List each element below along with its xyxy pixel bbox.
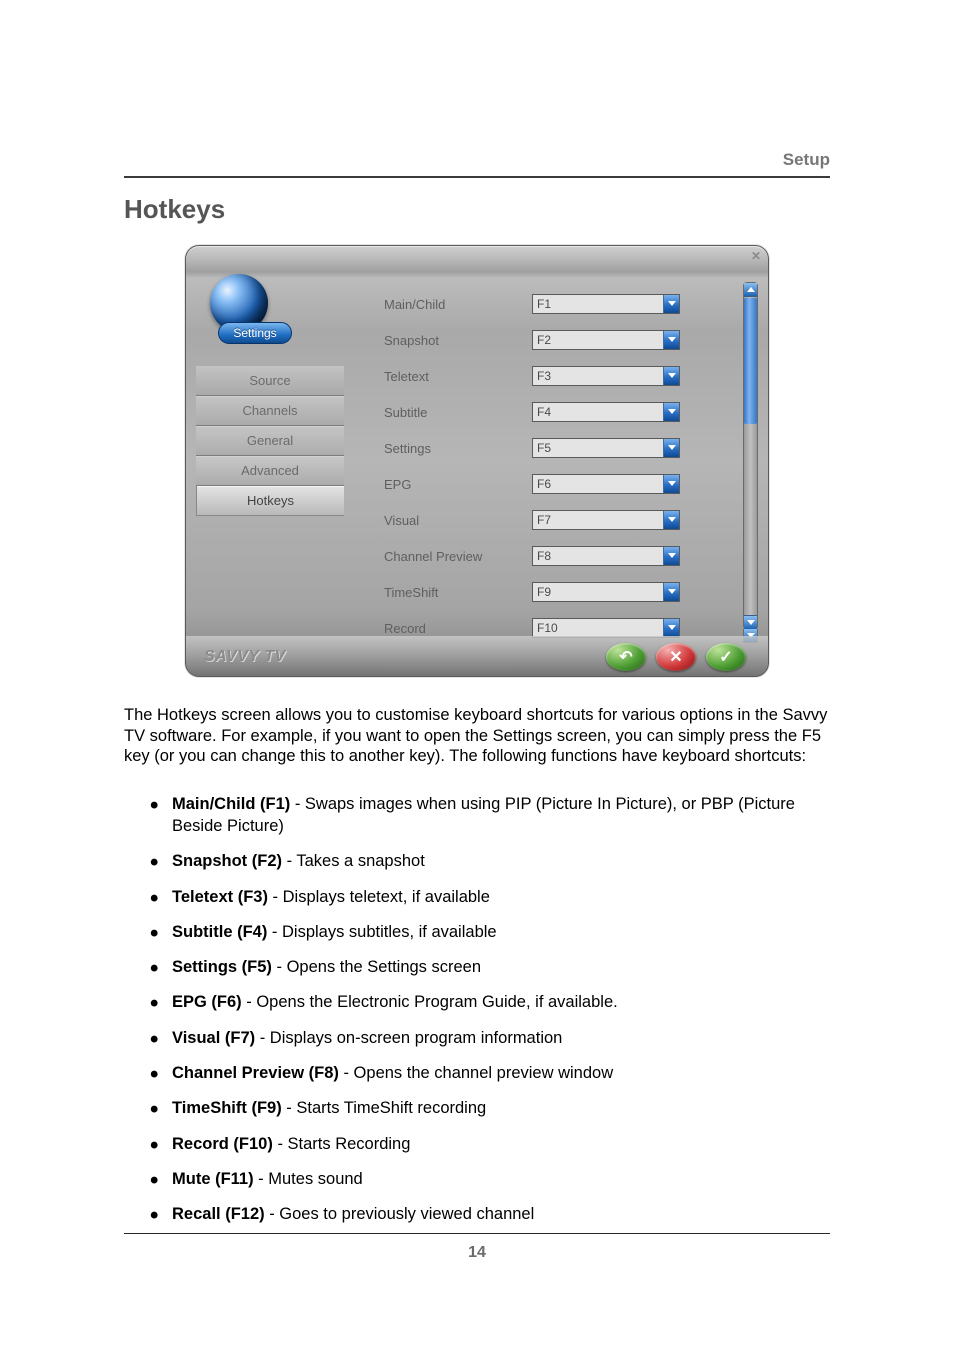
window-footer: SAVVY TV ↶ ✕ ✓ xyxy=(186,636,768,676)
hotkey-label: TimeShift xyxy=(384,585,532,600)
hotkey-select[interactable]: F4 xyxy=(532,402,680,422)
hotkey-value: F1 xyxy=(533,297,663,311)
hotkey-label: Settings xyxy=(384,441,532,456)
header-section: Setup xyxy=(124,150,830,176)
list-item: EPG (F6) - Opens the Electronic Program … xyxy=(150,991,830,1013)
chevron-down-icon[interactable] xyxy=(663,547,679,565)
scroll-down-icon[interactable] xyxy=(744,615,757,629)
hotkey-row: EPGF6 xyxy=(384,466,734,502)
list-item: Main/Child (F1) - Swaps images when usin… xyxy=(150,793,830,838)
chevron-down-icon[interactable] xyxy=(663,439,679,457)
hotkey-value: F7 xyxy=(533,513,663,527)
chevron-down-icon[interactable] xyxy=(663,475,679,493)
list-item: Record (F10) - Starts Recording xyxy=(150,1133,830,1155)
hotkey-label: Teletext xyxy=(384,369,532,384)
list-item: Subtitle (F4) - Displays subtitles, if a… xyxy=(150,921,830,943)
chevron-down-icon[interactable] xyxy=(663,367,679,385)
sidebar-item-advanced[interactable]: Advanced xyxy=(196,456,344,486)
hotkey-select[interactable]: F1 xyxy=(532,294,680,314)
scrollbar[interactable] xyxy=(743,282,758,630)
hotkey-select[interactable]: F3 xyxy=(532,366,680,386)
chevron-down-icon[interactable] xyxy=(663,511,679,529)
sidebar-nav: SourceChannelsGeneralAdvancedHotkeys xyxy=(196,366,344,516)
hotkey-select[interactable]: F6 xyxy=(532,474,680,494)
hotkey-label: Snapshot xyxy=(384,333,532,348)
sidebar-item-general[interactable]: General xyxy=(196,426,344,456)
hotkey-value: F5 xyxy=(533,441,663,455)
footer-rule xyxy=(124,1233,830,1234)
hotkey-row: SnapshotF2 xyxy=(384,322,734,358)
list-item: Visual (F7) - Displays on-screen program… xyxy=(150,1027,830,1049)
list-item: Mute (F11) - Mutes sound xyxy=(150,1168,830,1190)
header-rule xyxy=(124,176,830,178)
chevron-down-icon[interactable] xyxy=(663,619,679,637)
list-item: Channel Preview (F8) - Opens the channel… xyxy=(150,1062,830,1084)
page-number: 14 xyxy=(124,1244,830,1262)
hotkey-select[interactable]: F8 xyxy=(532,546,680,566)
list-item: Snapshot (F2) - Takes a snapshot xyxy=(150,850,830,872)
hotkey-select[interactable]: F2 xyxy=(532,330,680,350)
scroll-up-icon[interactable] xyxy=(744,283,757,297)
sidebar-item-hotkeys[interactable]: Hotkeys xyxy=(196,486,344,516)
list-item: Settings (F5) - Opens the Settings scree… xyxy=(150,956,830,978)
hotkey-row: TimeShiftF9 xyxy=(384,574,734,610)
hotkey-label: EPG xyxy=(384,477,532,492)
hotkey-label: Channel Preview xyxy=(384,549,532,564)
chevron-down-icon[interactable] xyxy=(663,583,679,601)
hotkey-label: Main/Child xyxy=(384,297,532,312)
sidebar: Settings SourceChannelsGeneralAdvancedHo… xyxy=(186,258,366,628)
hotkey-row: SubtitleF4 xyxy=(384,394,734,430)
cancel-button[interactable]: ✕ xyxy=(656,643,696,671)
hotkey-value: F10 xyxy=(533,621,663,635)
hotkey-descriptions: Main/Child (F1) - Swaps images when usin… xyxy=(124,793,830,1225)
hotkey-select[interactable]: F10 xyxy=(532,618,680,638)
hotkey-label: Subtitle xyxy=(384,405,532,420)
hotkey-row: Channel PreviewF8 xyxy=(384,538,734,574)
hotkey-row: Main/ChildF1 xyxy=(384,286,734,322)
hotkey-value: F8 xyxy=(533,549,663,563)
intro-paragraph: The Hotkeys screen allows you to customi… xyxy=(124,705,830,767)
list-item: Teletext (F3) - Displays teletext, if av… xyxy=(150,886,830,908)
hotkey-value: F3 xyxy=(533,369,663,383)
hotkey-select[interactable]: F5 xyxy=(532,438,680,458)
scroll-thumb[interactable] xyxy=(744,298,757,424)
brand-logo: SAVVY TV xyxy=(204,648,286,666)
settings-label: Settings xyxy=(218,322,292,344)
hotkey-label: Record xyxy=(384,621,532,636)
hotkey-row: SettingsF5 xyxy=(384,430,734,466)
hotkey-select[interactable]: F7 xyxy=(532,510,680,530)
list-item: Recall (F12) - Goes to previously viewed… xyxy=(150,1203,830,1225)
hotkey-value: F6 xyxy=(533,477,663,491)
chevron-down-icon[interactable] xyxy=(663,403,679,421)
page-title: Hotkeys xyxy=(124,194,830,225)
hotkey-row: TeletextF3 xyxy=(384,358,734,394)
hotkey-value: F9 xyxy=(533,585,663,599)
hotkey-value: F2 xyxy=(533,333,663,347)
chevron-down-icon[interactable] xyxy=(663,295,679,313)
undo-button[interactable]: ↶ xyxy=(606,643,646,671)
sidebar-item-channels[interactable]: Channels xyxy=(196,396,344,426)
settings-window: ✕ Settings SourceChannelsGeneralAdvanced… xyxy=(185,245,769,677)
hotkey-select[interactable]: F9 xyxy=(532,582,680,602)
hotkey-row: VisualF7 xyxy=(384,502,734,538)
list-item: TimeShift (F9) - Starts TimeShift record… xyxy=(150,1097,830,1119)
hotkey-label: Visual xyxy=(384,513,532,528)
ok-button[interactable]: ✓ xyxy=(706,643,746,671)
chevron-down-icon[interactable] xyxy=(663,331,679,349)
hotkey-content: Main/ChildF1SnapshotF2TeletextF3Subtitle… xyxy=(366,258,768,628)
sidebar-item-source[interactable]: Source xyxy=(196,366,344,396)
hotkey-value: F4 xyxy=(533,405,663,419)
